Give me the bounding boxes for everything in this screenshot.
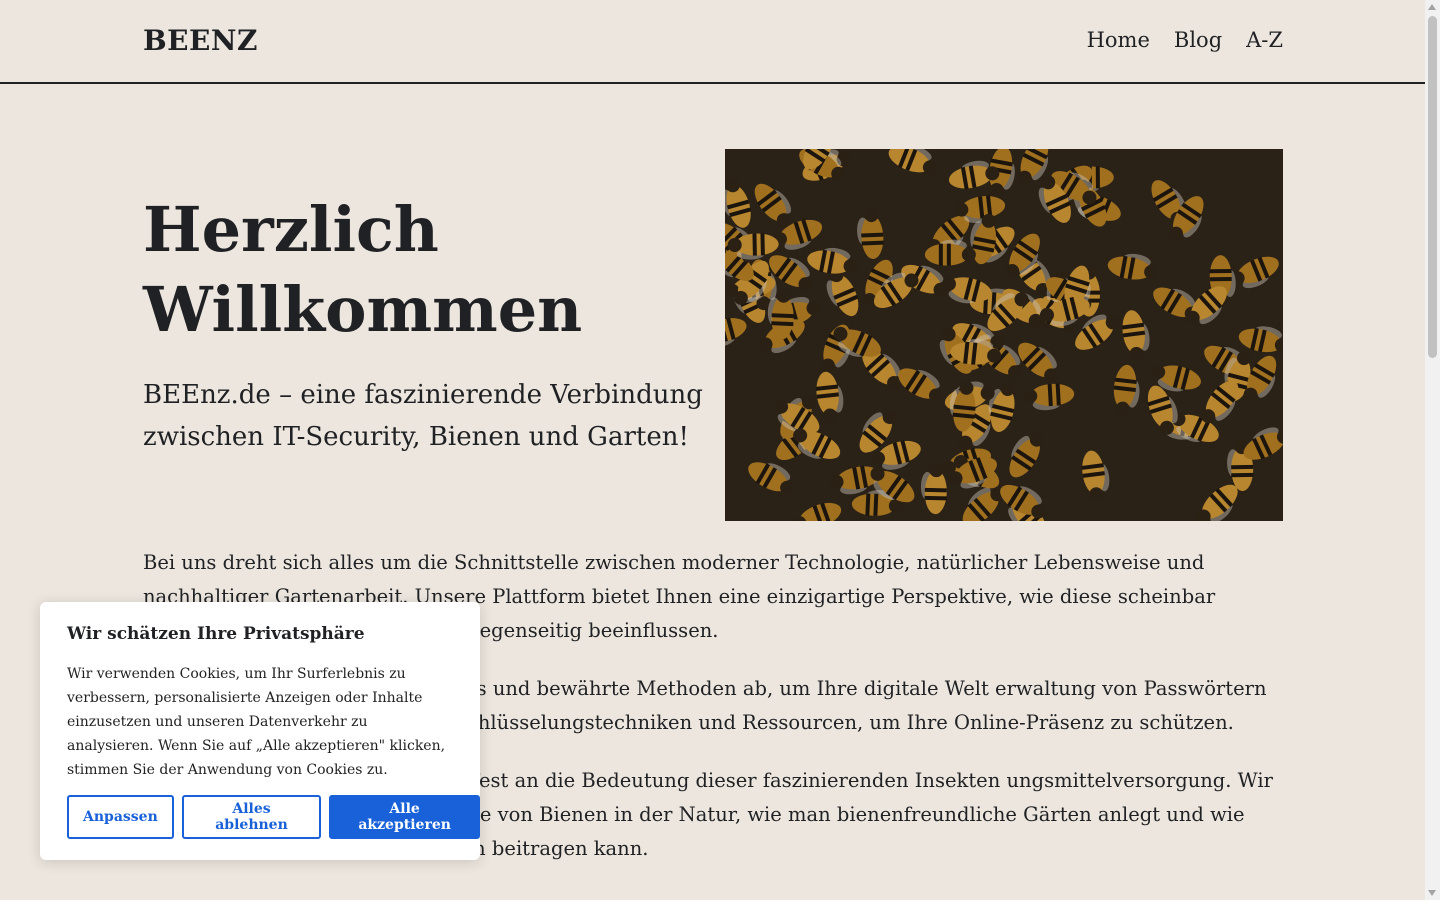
reject-all-cookies-button[interactable]: Alles ablehnen (181, 795, 322, 839)
cookie-banner-title: Wir schätzen Ihre Privatsphäre (67, 624, 365, 644)
nav-a-z[interactable]: A-Z (1246, 28, 1283, 52)
scroll-thumb[interactable] (1428, 16, 1437, 358)
nav-blog[interactable]: Blog (1174, 28, 1222, 52)
page-scrollbar[interactable] (1425, 0, 1440, 900)
main-nav: Home Blog A-Z (1087, 28, 1283, 52)
site-header: BEENZ Home Blog A-Z (0, 0, 1425, 84)
hero-title-line2: Willkommen (143, 273, 583, 346)
bees-photo (725, 149, 1283, 521)
scroll-up-arrow-icon[interactable] (1428, 4, 1436, 10)
hero-subtitle: BEEnz.de – eine faszinierende Verbindung… (143, 380, 703, 452)
hero-title-line1: Herzlich (143, 193, 439, 266)
cookie-banner-text: Wir verwenden Cookies, um Ihr Surferlebn… (67, 666, 446, 778)
hero-title: Herzlich Willkommen (143, 190, 703, 350)
cookie-button-group: Anpassen Alles ablehnen Alle akzeptieren (67, 795, 480, 839)
accept-all-cookies-button[interactable]: Alle akzeptieren (329, 795, 480, 839)
nav-home[interactable]: Home (1087, 28, 1150, 52)
cookie-consent-banner: Wir schätzen Ihre Privatsphäre Wir verwe… (40, 602, 480, 860)
scroll-down-arrow-icon[interactable] (1428, 890, 1436, 896)
site-logo[interactable]: BEENZ (143, 24, 258, 57)
bees-image (725, 149, 1283, 521)
customize-cookies-button[interactable]: Anpassen (67, 795, 174, 839)
